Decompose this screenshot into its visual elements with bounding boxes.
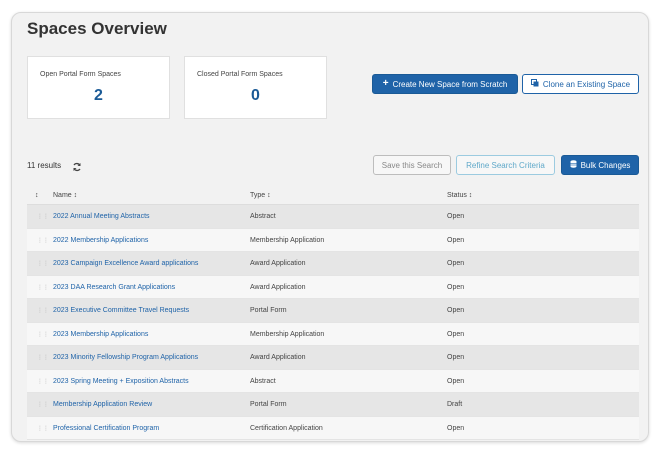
drag-handle-icon[interactable]: ⋮⋮ <box>37 260 49 267</box>
create-space-button[interactable]: + Create New Space from Scratch <box>372 74 518 94</box>
space-status: Open <box>447 354 465 361</box>
space-status: Open <box>447 283 465 291</box>
open-spaces-label: Open Portal Form Spaces <box>40 71 121 78</box>
space-status: Open <box>447 377 465 385</box>
open-spaces-count: 2 <box>94 87 103 104</box>
drag-handle-icon[interactable]: ⋮⋮ <box>37 354 49 361</box>
space-type: Membership Application <box>250 330 325 338</box>
drag-handle-icon[interactable]: ⋮⋮ <box>37 307 49 314</box>
table-row: ⋮⋮ 2022 Annual Meeting Abstracts Abstract O… <box>27 205 639 229</box>
drag-handle-icon[interactable]: ⋮⋮ <box>37 425 49 432</box>
page-title: Spaces Overview <box>27 19 167 38</box>
space-type: Abstract <box>250 377 276 385</box>
table-row: ⋮⋮ 2023 Minority Fellowship Program Appli… <box>27 346 639 370</box>
bulk-changes-label: Bulk Changes <box>580 160 631 170</box>
space-status: Open <box>447 424 465 432</box>
copy-icon <box>530 79 539 89</box>
space-type: Portal Form <box>250 401 287 408</box>
open-spaces-card: Open Portal Form Spaces 2 <box>27 56 170 119</box>
refresh-icon[interactable] <box>72 159 82 172</box>
bulk-changes-button[interactable]: Bulk Changes <box>561 155 639 175</box>
table-header: ↕ Name ↕ Type ↕ Status ↕ <box>27 188 639 205</box>
results-count: 11 results <box>27 161 62 170</box>
table-row: ⋮⋮ 2023 Campaign Excellence Award applica… <box>27 252 639 276</box>
space-name-link[interactable]: 2023 Executive Committee Travel Requests <box>53 307 189 314</box>
space-type: Certification Application <box>250 424 323 432</box>
space-name-link[interactable]: 2023 Spring Meeting + Exposition Abstrac… <box>53 378 189 385</box>
space-name-link[interactable]: 2022 Membership Applications <box>53 237 148 244</box>
space-type: Membership Application <box>250 236 325 244</box>
space-name-link[interactable]: Professional Certification Program <box>53 425 159 432</box>
space-status: Draft <box>447 401 463 408</box>
space-name-link[interactable]: 2023 DAA Research Grant Applications <box>53 284 175 291</box>
create-space-label: Create New Space from Scratch <box>392 79 508 89</box>
table-row: ⋮⋮ 2023 Spring Meeting + Exposition Abstr… <box>27 369 639 393</box>
closed-spaces-card: Closed Portal Form Spaces 0 <box>184 56 327 119</box>
status-column-header[interactable]: Status ↕ <box>447 192 472 199</box>
drag-handle-icon[interactable]: ⋮⋮ <box>37 213 49 220</box>
space-name-link[interactable]: 2022 Annual Meeting Abstracts <box>53 213 150 220</box>
drag-handle-icon[interactable]: ⋮⋮ <box>37 237 49 244</box>
drag-handle-icon[interactable]: ⋮⋮ <box>37 331 49 338</box>
closed-spaces-count: 0 <box>251 87 260 104</box>
space-type: Award Application <box>250 354 306 361</box>
drag-handle-icon[interactable]: ⋮⋮ <box>37 401 49 408</box>
clone-space-button[interactable]: Clone an Existing Space <box>522 74 639 94</box>
space-status: Open <box>447 236 465 244</box>
drag-handle-icon[interactable]: ⋮⋮ <box>37 284 49 291</box>
database-icon <box>570 160 577 170</box>
save-search-label: Save this Search <box>381 160 443 170</box>
refine-search-label: Refine Search Criteria <box>466 160 545 170</box>
space-type: Abstract <box>250 213 276 220</box>
table-row: ⋮⋮ 2023 DAA Research Grant Applications Aw… <box>27 275 639 299</box>
table-row: ⋮⋮ 2023 Membership Applications Membership… <box>27 322 639 346</box>
table-row: ⋮⋮ 2023 Executive Committee Travel Reques… <box>27 299 639 323</box>
space-name-link[interactable]: 2023 Minority Fellowship Program Applica… <box>53 354 198 361</box>
table-body: ⋮⋮ 2022 Annual Meeting Abstracts Abstract O… <box>27 205 639 440</box>
space-type: Award Application <box>250 283 306 291</box>
spaces-table: ↕ Name ↕ Type ↕ Status ↕ ⋮⋮ 2022 Annual M… <box>27 188 639 440</box>
space-status: Open <box>447 213 465 220</box>
closed-spaces-label: Closed Portal Form Spaces <box>197 71 283 78</box>
space-name-link[interactable]: 2023 Campaign Excellence Award applicati… <box>53 260 198 267</box>
table-row: ⋮⋮ Membership Application Review Portal Fo… <box>27 393 639 417</box>
table-row: ⋮⋮ Professional Certification Program Cert… <box>27 416 639 440</box>
save-search-button[interactable]: Save this Search <box>373 155 451 175</box>
clone-space-label: Clone an Existing Space <box>542 79 631 89</box>
space-status: Open <box>447 307 465 314</box>
refine-search-button[interactable]: Refine Search Criteria <box>456 155 555 175</box>
type-column-header[interactable]: Type ↕ <box>250 192 271 199</box>
space-type: Award Application <box>250 260 306 267</box>
space-status: Open <box>447 260 465 267</box>
space-name-link[interactable]: 2023 Membership Applications <box>53 331 148 338</box>
sort-column-header[interactable]: ↕ <box>35 192 39 199</box>
spaces-overview-panel: Spaces Overview Open Portal Form Spaces … <box>11 12 649 442</box>
table-row: ⋮⋮ 2022 Membership Applications Membership… <box>27 228 639 252</box>
space-name-link[interactable]: Membership Application Review <box>53 401 152 408</box>
name-column-header[interactable]: Name ↕ <box>53 192 77 199</box>
plus-icon: + <box>382 78 389 89</box>
drag-handle-icon[interactable]: ⋮⋮ <box>37 378 49 385</box>
space-status: Open <box>447 330 465 338</box>
space-type: Portal Form <box>250 307 287 314</box>
